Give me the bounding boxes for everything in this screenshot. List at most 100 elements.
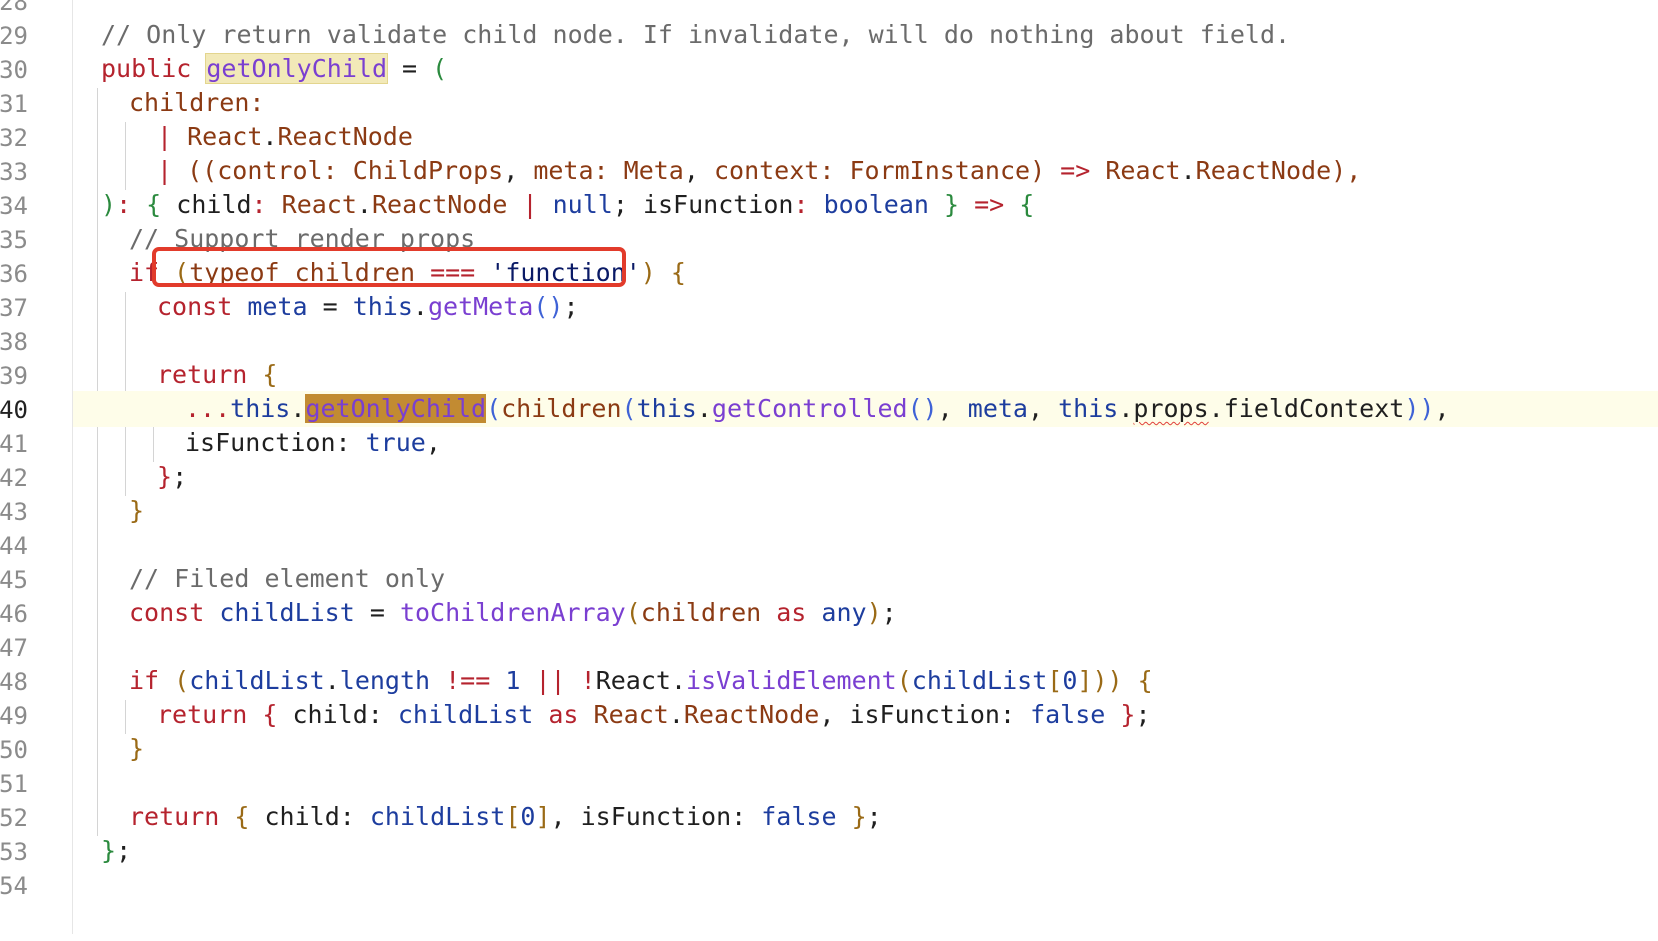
line-number: 33 <box>0 158 28 186</box>
line-number: 52 <box>0 804 28 832</box>
type-name: ReactNode <box>1195 156 1332 185</box>
brace: } <box>157 462 173 491</box>
code-line[interactable]: const meta = this.getMeta(); <box>73 289 1658 325</box>
union-pipe: | <box>507 190 553 219</box>
line-number: 51 <box>0 770 28 798</box>
type-name: ReactNode <box>683 700 820 729</box>
dot: . <box>290 394 306 423</box>
code-line[interactable]: | React.ReactNode <box>73 119 1658 155</box>
variable: childList <box>369 802 506 831</box>
property: child <box>277 700 368 729</box>
code-line[interactable]: ): { child: React.ReactNode | null; isFu… <box>73 187 1658 223</box>
keyword-as: as <box>761 598 822 627</box>
comma: , <box>503 156 534 185</box>
keyword-this: this <box>352 292 413 321</box>
variable: childList <box>397 700 534 729</box>
number-literal: 1 <box>505 666 521 695</box>
bracket: ] <box>1077 666 1093 695</box>
property: isFunction <box>849 700 1000 729</box>
colon: : <box>367 700 398 729</box>
keyword-this: this <box>1058 394 1119 423</box>
dot: . <box>668 700 684 729</box>
paren: )) <box>1404 394 1435 423</box>
paren: ) <box>640 258 656 287</box>
code-line[interactable]: return { child: childList as React.React… <box>73 697 1658 733</box>
code-editor[interactable]: // Only return validate child node. If i… <box>73 0 1658 934</box>
method-definition[interactable]: getOnlyChild <box>205 53 388 84</box>
dot: . <box>412 292 428 321</box>
variable: children <box>640 598 762 627</box>
code-line[interactable]: } <box>73 731 1658 767</box>
paren: () <box>907 394 938 423</box>
semicolon: ; <box>116 836 132 865</box>
code-line[interactable]: // Filed element only <box>73 561 1658 597</box>
param-name: meta <box>533 156 594 185</box>
line-number: 53 <box>0 838 28 866</box>
code-line[interactable]: }; <box>73 459 1658 495</box>
code-line[interactable]: return { <box>73 357 1658 393</box>
code-line[interactable]: const childList = toChildrenArray(childr… <box>73 595 1658 631</box>
line-number: 54 <box>0 872 28 900</box>
dot: . <box>670 666 687 695</box>
property-error[interactable]: props <box>1133 394 1208 423</box>
line-number: 32 <box>0 124 28 152</box>
brace: } <box>101 836 117 865</box>
paren: ( <box>621 394 637 423</box>
variable: childList <box>204 598 355 627</box>
type-any: any <box>821 598 867 627</box>
line-number: 47 <box>0 634 28 662</box>
operator: = <box>354 598 400 627</box>
code-line[interactable]: public getOnlyChild = ( <box>73 51 1658 87</box>
paren: )) <box>1092 666 1123 695</box>
brace: } <box>129 734 145 763</box>
paren: ) <box>866 598 882 627</box>
line-number: 44 <box>0 532 28 560</box>
keyword-public: public <box>101 54 192 83</box>
code-line[interactable]: isFunction: true, <box>73 425 1658 461</box>
operator: || <box>520 666 581 695</box>
method-call-highlighted[interactable]: getOnlyChild <box>305 394 487 423</box>
paren: ), <box>1331 156 1362 185</box>
paren: ( <box>174 666 190 695</box>
dot: . <box>324 666 340 695</box>
null-type: null <box>552 190 613 219</box>
method-call: isValidElement <box>686 666 897 695</box>
keyword-const: const <box>157 292 233 321</box>
keyword-return: return <box>129 802 220 831</box>
function-call: children <box>501 394 622 423</box>
keyword-return: return <box>157 700 248 729</box>
param-name: context <box>713 156 820 185</box>
paren: ) <box>101 190 117 219</box>
line-number: 43 <box>0 498 28 526</box>
comment: // Filed element only <box>129 564 446 593</box>
brace: } <box>928 190 960 219</box>
colon: : <box>322 156 353 185</box>
comma: , <box>425 428 441 457</box>
comma: , <box>1028 394 1059 423</box>
paren: ( <box>625 598 641 627</box>
operator: !== <box>430 666 506 695</box>
code-line-current[interactable]: ...this.getOnlyChild(children(this.getCo… <box>73 391 1658 427</box>
code-line[interactable]: } <box>73 493 1658 529</box>
code-line[interactable]: // Only return validate child node. If i… <box>73 17 1658 53</box>
code-line[interactable]: children: <box>73 85 1658 121</box>
paren: ( <box>432 54 448 83</box>
annotation-highlight-box <box>152 247 626 287</box>
code-line[interactable]: | ((control: ChildProps, meta: Meta, con… <box>73 153 1658 189</box>
line-number-gutter[interactable]: 28 29 30 31 32 33 34 35 36 37 38 39 40 4… <box>0 0 73 934</box>
namespace: React <box>595 666 671 695</box>
colon: : <box>731 802 762 831</box>
line-number: 37 <box>0 294 28 322</box>
code-line[interactable]: if (childList.length !== 1 || !React.isV… <box>73 663 1658 699</box>
code-line[interactable]: }; <box>73 833 1658 869</box>
union-pipe: | <box>157 156 188 185</box>
boolean-literal: false <box>761 802 837 831</box>
comma: , <box>937 394 968 423</box>
brace: { <box>1137 666 1153 695</box>
type-name: FormInstance <box>849 156 1031 185</box>
line-number: 50 <box>0 736 28 764</box>
code-line[interactable]: return { child: childList[0], isFunction… <box>73 799 1658 835</box>
colon: : <box>116 190 147 219</box>
colon: : <box>819 156 850 185</box>
